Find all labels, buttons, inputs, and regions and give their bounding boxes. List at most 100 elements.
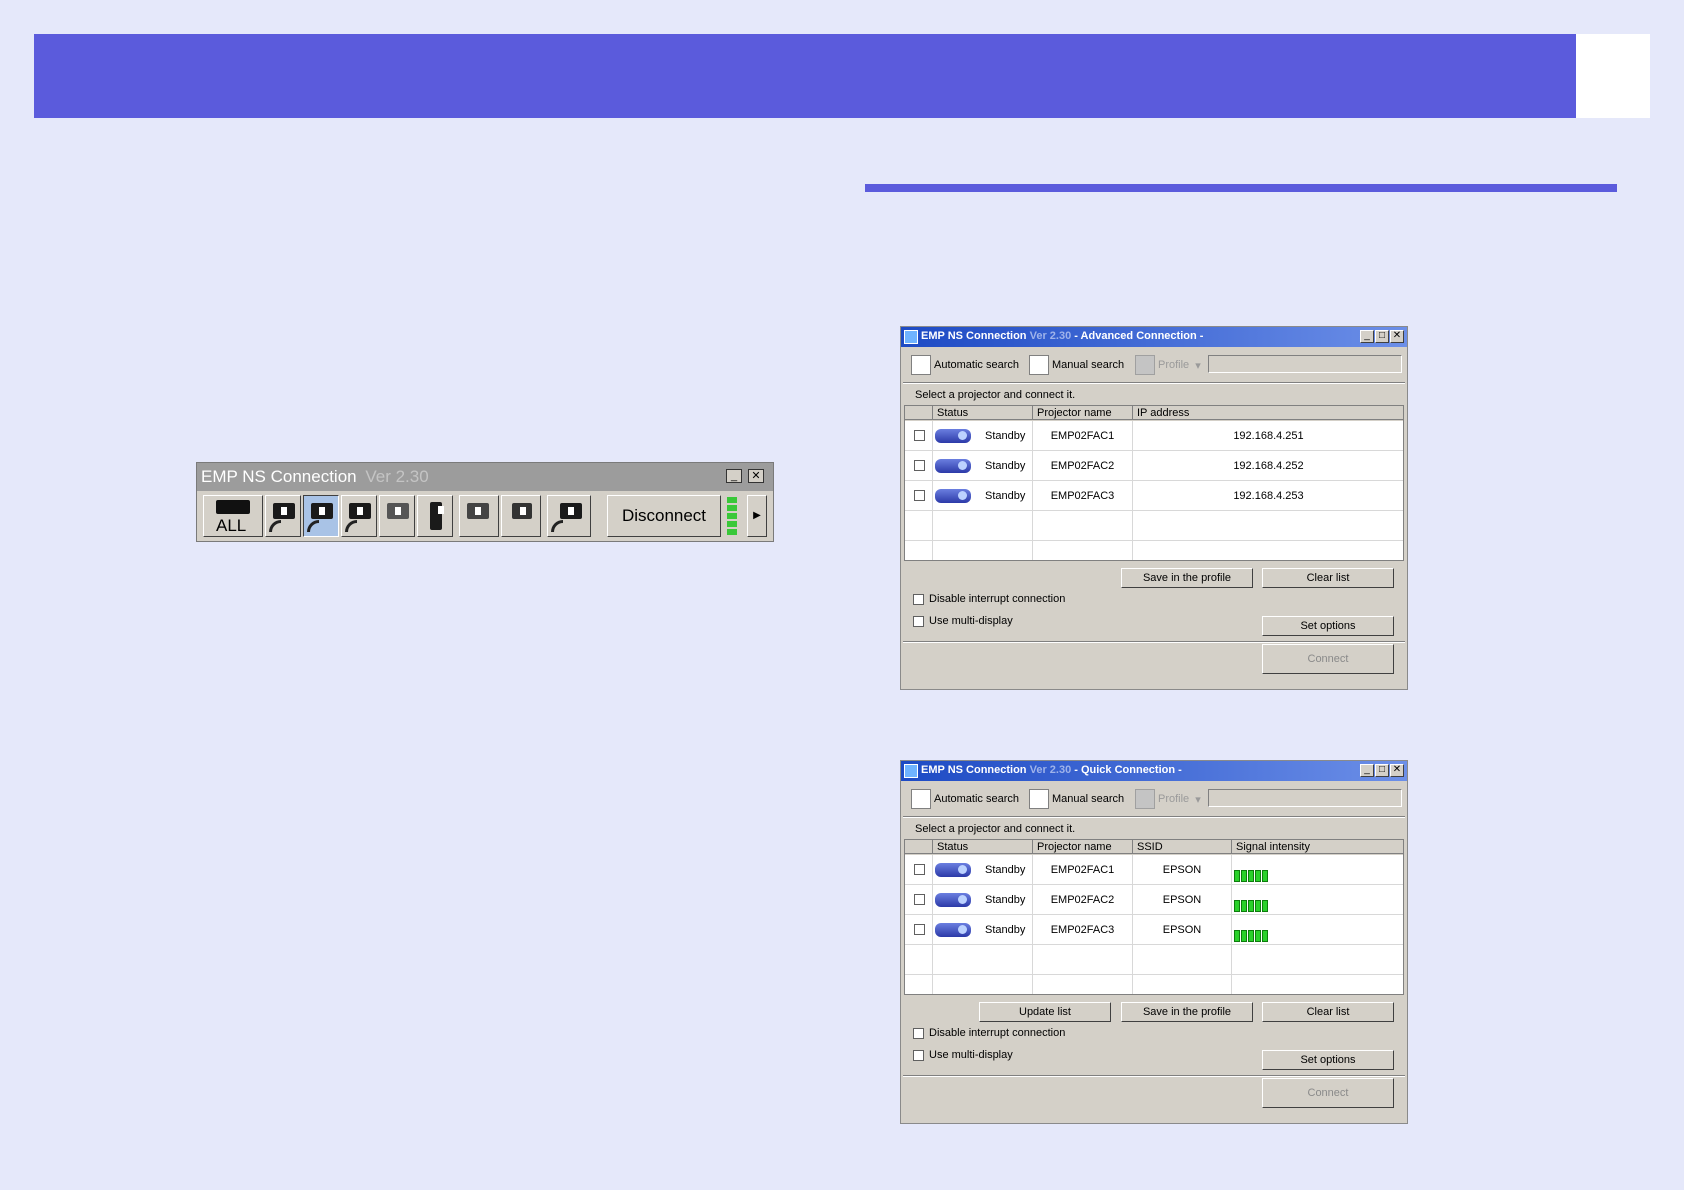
auto-search-icon: [911, 355, 931, 375]
instruction-text: Select a projector and connect it.: [915, 823, 1076, 835]
camera-button[interactable]: [547, 495, 591, 537]
all-button[interactable]: ALL: [203, 495, 263, 537]
adv-title-text: EMP NS Connection: [921, 330, 1027, 342]
row-checkbox[interactable]: [914, 924, 925, 935]
table-row[interactable]: Standby EMP02FAC3 192.168.4.253: [905, 481, 1403, 511]
mini-title-bar: EMP NS Connection Ver 2.30 _ ✕: [197, 463, 773, 491]
section-rule: [865, 184, 1617, 192]
disable-interrupt-option[interactable]: Disable interrupt connection: [913, 1027, 1065, 1039]
save-profile-button[interactable]: Save in the profile: [1121, 1002, 1253, 1022]
close-icon[interactable]: ✕: [1390, 330, 1404, 343]
expand-button[interactable]: ▶: [747, 495, 767, 537]
wireless-icon: [307, 520, 319, 532]
projector-list[interactable]: Status Projector name SSID Signal intens…: [904, 839, 1404, 995]
header-projector-name[interactable]: Projector name: [1033, 406, 1133, 420]
header-ssid[interactable]: SSID: [1133, 840, 1232, 854]
set-options-button[interactable]: Set options: [1262, 1050, 1394, 1070]
clear-list-button[interactable]: Clear list: [1262, 1002, 1394, 1022]
header-status[interactable]: Status: [933, 406, 1033, 420]
multi-display-option[interactable]: Use multi-display: [913, 615, 1013, 627]
advanced-connection-window: EMP NS Connection Ver 2.30 - Advanced Co…: [900, 326, 1408, 690]
row-status: Standby: [985, 864, 1026, 876]
header-checkbox-col: [905, 406, 933, 420]
multi-display-label: Use multi-display: [929, 615, 1013, 628]
chevron-down-icon: ▾: [1195, 793, 1201, 806]
manual-search-button[interactable]: Manual search: [1029, 355, 1124, 377]
row-checkbox[interactable]: [914, 460, 925, 471]
minimize-icon[interactable]: _: [1360, 764, 1374, 777]
table-row[interactable]: Standby EMP02FAC1 192.168.4.251: [905, 421, 1403, 451]
close-icon[interactable]: ✕: [1390, 764, 1404, 777]
close-icon[interactable]: ✕: [748, 469, 764, 483]
row-checkbox[interactable]: [914, 490, 925, 501]
row-status: Standby: [985, 490, 1026, 502]
stop-button[interactable]: [265, 495, 301, 537]
profile-button[interactable]: Profile ▾: [1135, 355, 1201, 377]
profile-field[interactable]: [1208, 789, 1402, 807]
minimize-icon[interactable]: _: [1360, 330, 1374, 343]
row-checkbox[interactable]: [914, 864, 925, 875]
disable-interrupt-option[interactable]: Disable interrupt connection: [913, 593, 1065, 605]
connect-button[interactable]: Connect: [1262, 644, 1394, 674]
multi-display-option[interactable]: Use multi-display: [913, 1049, 1013, 1061]
manual-search-label: Manual search: [1052, 793, 1125, 805]
maximize-icon[interactable]: □: [1375, 764, 1389, 777]
clear-list-button[interactable]: Clear list: [1262, 568, 1394, 588]
profile-button[interactable]: Profile ▾: [1135, 789, 1201, 811]
profile-field[interactable]: [1208, 355, 1402, 373]
projector-icon: [935, 923, 971, 937]
row-status: Standby: [985, 894, 1026, 906]
wireless-icon: [551, 520, 563, 532]
disable-interrupt-label: Disable interrupt connection: [929, 593, 1066, 606]
disconnect-button[interactable]: Disconnect: [607, 495, 721, 537]
table-row[interactable]: Standby EMP02FAC3 EPSON: [905, 915, 1403, 945]
projector-list[interactable]: Status Projector name IP address Standby…: [904, 405, 1404, 561]
tools-icon: [512, 503, 532, 519]
row-checkbox[interactable]: [914, 894, 925, 905]
header-bar: [34, 34, 1576, 118]
header-ip-address[interactable]: IP address: [1133, 406, 1403, 420]
auto-search-icon: [911, 789, 931, 809]
quick-title-text: EMP NS Connection: [921, 764, 1027, 776]
row-status: Standby: [985, 460, 1026, 472]
screen-button[interactable]: [379, 495, 415, 537]
maximize-icon[interactable]: □: [1375, 330, 1389, 343]
table-row[interactable]: Standby EMP02FAC2 192.168.4.252: [905, 451, 1403, 481]
divider: [903, 816, 1405, 818]
pause-button[interactable]: [341, 495, 377, 537]
row-ip-address: 192.168.4.253: [1133, 481, 1403, 511]
header-projector-name[interactable]: Projector name: [1033, 840, 1133, 854]
save-profile-button[interactable]: Save in the profile: [1121, 568, 1253, 588]
multi-display-checkbox[interactable]: [913, 615, 924, 627]
play-button[interactable]: [303, 495, 339, 537]
table-row[interactable]: Standby EMP02FAC2 EPSON: [905, 885, 1403, 915]
wireless-icon: [269, 520, 281, 532]
row-checkbox[interactable]: [914, 430, 925, 441]
search-button[interactable]: [459, 495, 499, 537]
adv-version: Ver 2.30: [1029, 330, 1072, 342]
tools-button[interactable]: [501, 495, 541, 537]
update-list-button[interactable]: Update list: [979, 1002, 1111, 1022]
header-signal-intensity[interactable]: Signal intensity: [1232, 840, 1403, 854]
auto-search-button[interactable]: Automatic search: [911, 789, 1019, 811]
connect-button[interactable]: Connect: [1262, 1078, 1394, 1108]
list-header: Status Projector name IP address: [905, 406, 1403, 421]
empty-row: [905, 975, 1403, 994]
row-projector-name: EMP02FAC2: [1033, 451, 1133, 481]
multi-display-checkbox[interactable]: [913, 1049, 924, 1061]
projector-icon: [216, 500, 250, 514]
minimize-icon[interactable]: _: [726, 469, 742, 483]
instruction-text: Select a projector and connect it.: [915, 389, 1076, 401]
manual-search-button[interactable]: Manual search: [1029, 789, 1124, 811]
row-projector-name: EMP02FAC1: [1033, 855, 1133, 885]
auto-search-button[interactable]: Automatic search: [911, 355, 1019, 377]
disable-interrupt-checkbox[interactable]: [913, 1027, 924, 1039]
header-status[interactable]: Status: [933, 840, 1033, 854]
disable-interrupt-checkbox[interactable]: [913, 593, 924, 605]
row-ssid: EPSON: [1133, 885, 1232, 915]
quick-title: EMP NS Connection Ver 2.30 - Quick Conne…: [921, 764, 1182, 776]
remote-button[interactable]: [417, 495, 453, 537]
header-checkbox-col: [905, 840, 933, 854]
table-row[interactable]: Standby EMP02FAC1 EPSON: [905, 855, 1403, 885]
set-options-button[interactable]: Set options: [1262, 616, 1394, 636]
